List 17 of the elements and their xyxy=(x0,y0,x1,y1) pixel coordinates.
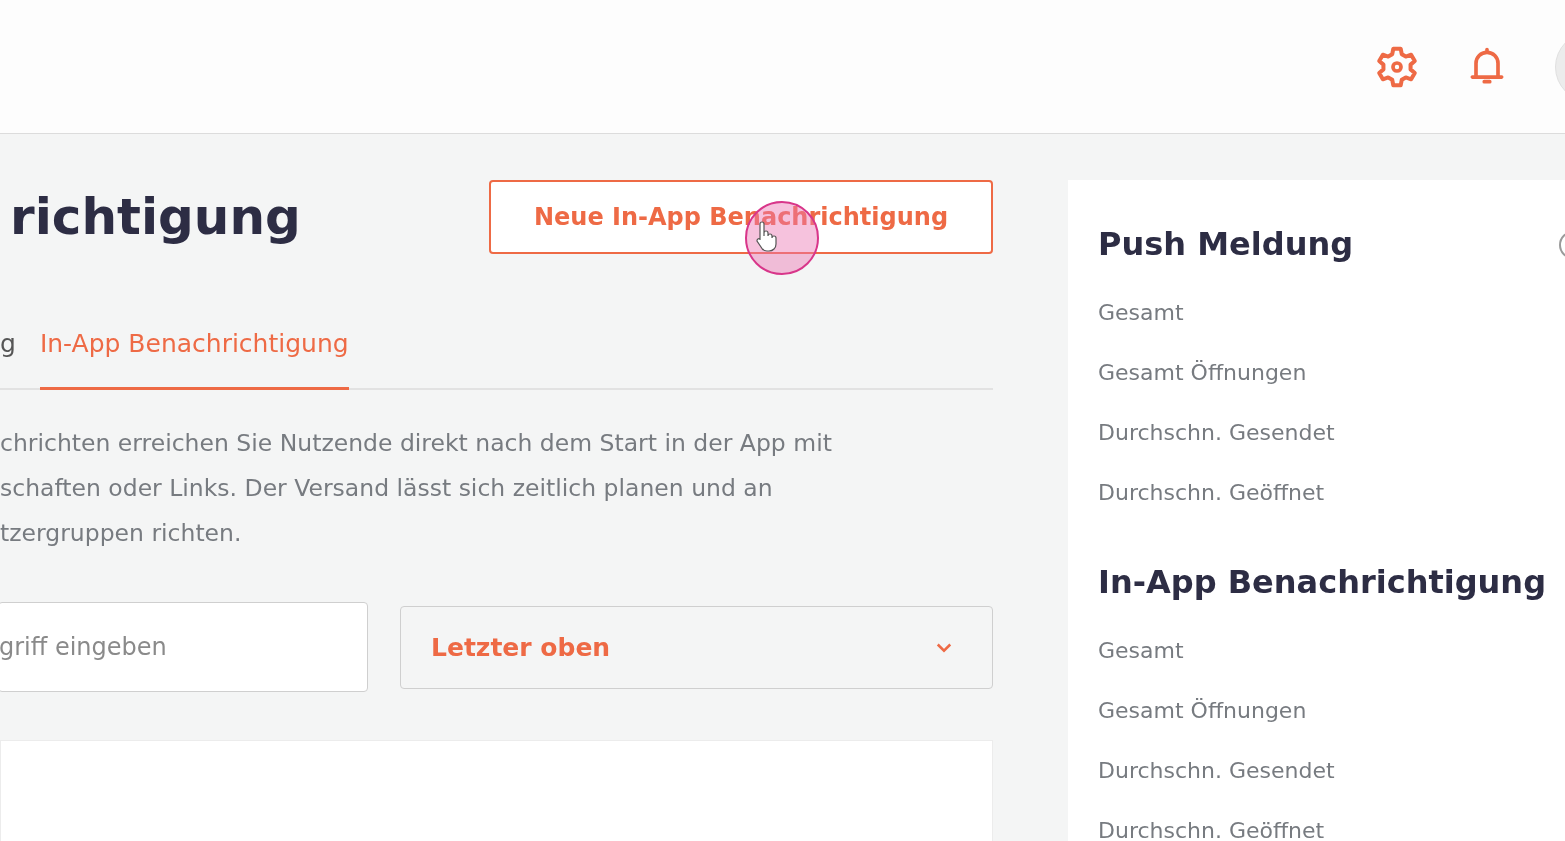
stats-label: Gesamt xyxy=(1098,299,1185,327)
stats-label: Durchschn. Geöffnet xyxy=(1098,479,1326,507)
stats-label: Gesamt xyxy=(1098,637,1185,665)
page-title: richtigung xyxy=(10,187,301,248)
stats-heading: In-App Benachrichtigung xyxy=(1098,562,1548,603)
stats-heading: Push Meldung xyxy=(1098,224,1355,265)
stats-label: Durchschn. Geöffnet xyxy=(1098,817,1326,841)
stats-label: Durchschn. Gesendet xyxy=(1098,757,1336,785)
stats-label: Durchschn. Gesendet xyxy=(1098,419,1336,447)
tab[interactable]: g xyxy=(0,321,16,390)
sort-dropdown[interactable]: Letzter oben xyxy=(400,605,993,689)
search-field[interactable]: griff eingeben xyxy=(0,602,368,692)
stats-label: Gesamt Öffnungen xyxy=(1098,697,1308,725)
settings-icon[interactable] xyxy=(1375,44,1419,89)
stats-label: Gesamt Öffnungen xyxy=(1098,359,1308,387)
description-text: chrichten erreichen Sie Nutzende direkt nach dem Start in der App mit schaften oder Links. Der Versand lässt sich zeitlich planen und an tzergruppen richten. xyxy=(0,428,833,549)
tab[interactable]: In-App Benachrichtigung xyxy=(39,321,349,390)
